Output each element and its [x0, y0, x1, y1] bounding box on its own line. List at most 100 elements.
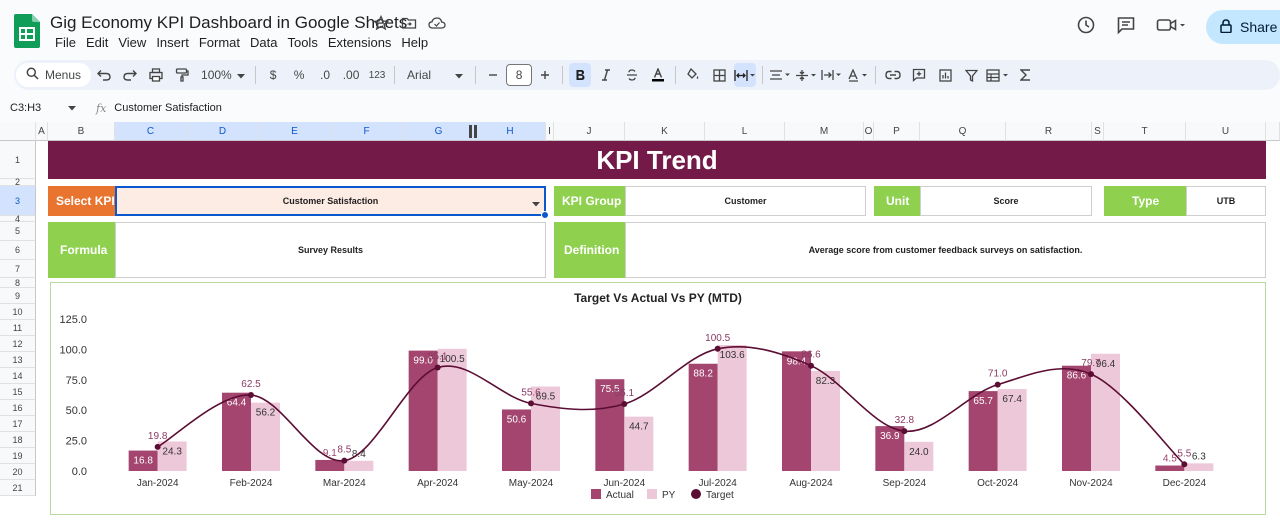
row-header-15[interactable]: 15	[0, 384, 36, 400]
row-header-20[interactable]: 20	[0, 464, 36, 480]
column-header-b[interactable]: B	[48, 122, 115, 141]
search-menus-button[interactable]: Menus	[16, 63, 92, 87]
sheet-grid[interactable]: A B C D E F G H I J K L M O P Q R S T U …	[0, 122, 1280, 524]
definition-value[interactable]: Average score from customer feedback sur…	[625, 222, 1266, 278]
row-header-11[interactable]: 11	[0, 320, 36, 336]
paint-format-icon[interactable]	[171, 63, 193, 87]
row-header-7[interactable]: 7	[0, 260, 36, 278]
row-header-5[interactable]: 5	[0, 222, 36, 241]
sheets-logo-icon[interactable]	[14, 14, 40, 48]
row-header-13[interactable]: 13	[0, 352, 36, 368]
formula-input[interactable]: Customer Satisfaction	[114, 102, 222, 114]
text-rotation-icon[interactable]	[847, 63, 869, 87]
filter-icon[interactable]	[960, 63, 982, 87]
menu-insert[interactable]: Insert	[151, 34, 194, 51]
percent-format-button[interactable]: %	[288, 63, 310, 87]
column-header-g[interactable]: G	[403, 122, 475, 141]
name-box[interactable]: C3:H3	[0, 102, 84, 114]
font-select[interactable]: Arial	[401, 63, 469, 87]
number-format-button[interactable]: 123	[366, 63, 388, 87]
history-icon[interactable]	[1076, 15, 1096, 40]
redo-icon[interactable]	[119, 63, 141, 87]
row-header-3[interactable]: 3	[0, 186, 36, 216]
menu-view[interactable]: View	[113, 34, 151, 51]
column-header-p[interactable]: P	[874, 122, 920, 141]
currency-format-button[interactable]: $	[262, 63, 284, 87]
row-header-18[interactable]: 18	[0, 432, 36, 448]
undo-icon[interactable]	[93, 63, 115, 87]
column-header-l[interactable]: L	[705, 122, 785, 141]
row-header-19[interactable]: 19	[0, 448, 36, 464]
insert-link-icon[interactable]	[882, 63, 904, 87]
column-header-c[interactable]: C	[115, 122, 187, 141]
menu-edit[interactable]: Edit	[81, 34, 113, 51]
column-header-r[interactable]: R	[1006, 122, 1092, 141]
column-header-e[interactable]: E	[259, 122, 331, 141]
column-header-k[interactable]: K	[625, 122, 705, 141]
row-header-21[interactable]: 21	[0, 480, 36, 496]
column-header-f[interactable]: F	[331, 122, 403, 141]
column-header-h[interactable]: H	[475, 122, 546, 141]
strikethrough-icon[interactable]	[621, 63, 643, 87]
unit-value[interactable]: Score	[920, 186, 1092, 216]
cloud-status-icon[interactable]	[428, 14, 446, 32]
menu-data[interactable]: Data	[245, 34, 282, 51]
kpi-trend-chart[interactable]: Target Vs Actual Vs PY (MTD) 0.0 25.0 50.0 7…	[50, 282, 1266, 515]
row-header-14[interactable]: 14	[0, 368, 36, 384]
font-size-input[interactable]: 8	[506, 64, 533, 86]
decrease-font-size-icon[interactable]	[482, 63, 504, 87]
column-header-i[interactable]: I	[546, 122, 554, 141]
column-header-s[interactable]: S	[1092, 122, 1104, 141]
bold-icon[interactable]	[569, 63, 592, 87]
vertical-align-icon[interactable]	[795, 63, 817, 87]
column-header-q[interactable]: Q	[920, 122, 1006, 141]
row-header-8[interactable]: 8	[0, 278, 36, 288]
row-header-10[interactable]: 10	[0, 304, 36, 320]
horizontal-align-icon[interactable]	[769, 63, 791, 87]
column-header-a[interactable]: A	[36, 122, 48, 141]
select-kpi-dropdown[interactable]: Customer Satisfaction	[115, 186, 549, 219]
print-icon[interactable]	[145, 63, 167, 87]
move-folder-icon[interactable]	[400, 14, 418, 32]
menu-format[interactable]: Format	[194, 34, 245, 51]
column-resize-handle[interactable]	[469, 125, 477, 138]
formula-value[interactable]: Survey Results	[115, 222, 546, 278]
decrease-decimal-button[interactable]: .0	[314, 63, 336, 87]
italic-icon[interactable]	[595, 63, 617, 87]
insert-comment-icon[interactable]	[908, 63, 930, 87]
selection-fill-handle[interactable]	[541, 211, 549, 219]
column-header-d[interactable]: D	[187, 122, 259, 141]
select-all-corner[interactable]	[0, 122, 36, 141]
document-title[interactable]: Gig Economy KPI Dashboard in Google Shee…	[50, 13, 407, 33]
kpi-group-value[interactable]: Customer	[625, 186, 866, 216]
column-header-m[interactable]: M	[785, 122, 864, 141]
text-color-icon[interactable]	[647, 63, 669, 87]
column-header-j[interactable]: J	[554, 122, 625, 141]
row-header-1[interactable]: 1	[0, 141, 36, 179]
row-header-2[interactable]: 2	[0, 177, 36, 187]
type-value[interactable]: UTB	[1186, 186, 1266, 216]
fill-color-icon[interactable]	[682, 63, 704, 87]
comments-icon[interactable]	[1116, 15, 1136, 40]
meet-video-icon[interactable]	[1156, 15, 1186, 40]
filter-views-icon[interactable]	[986, 63, 1010, 87]
menu-help[interactable]: Help	[396, 34, 433, 51]
insert-chart-icon[interactable]	[934, 63, 956, 87]
text-wrapping-icon[interactable]	[821, 63, 843, 87]
column-header-u[interactable]: U	[1186, 122, 1266, 141]
star-icon[interactable]	[372, 14, 390, 32]
column-header-o[interactable]: O	[864, 122, 874, 141]
functions-icon[interactable]	[1014, 63, 1036, 87]
row-header-12[interactable]: 12	[0, 336, 36, 352]
column-header-t[interactable]: T	[1104, 122, 1186, 141]
share-button[interactable]: Share	[1206, 10, 1280, 44]
merge-cells-icon[interactable]	[734, 63, 757, 87]
increase-font-size-icon[interactable]	[534, 63, 556, 87]
menu-extensions[interactable]: Extensions	[323, 34, 397, 51]
increase-decimal-button[interactable]: .00	[340, 63, 362, 87]
menu-tools[interactable]: Tools	[282, 34, 322, 51]
zoom-select[interactable]: 100%	[197, 63, 249, 87]
borders-icon[interactable]	[708, 63, 730, 87]
row-header-16[interactable]: 16	[0, 400, 36, 416]
row-header-6[interactable]: 6	[0, 241, 36, 260]
